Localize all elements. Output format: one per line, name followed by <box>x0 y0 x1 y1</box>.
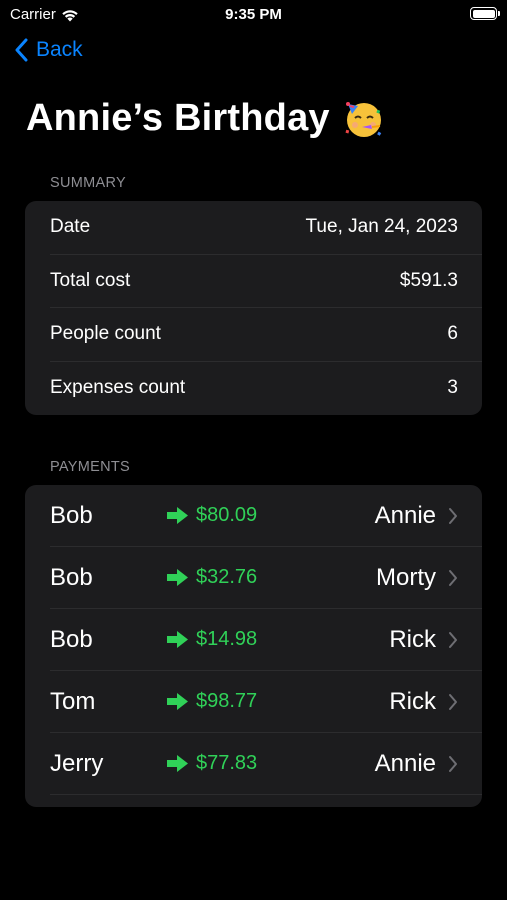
payment-amount-value: $98.77 <box>196 690 258 712</box>
payment-amount: $14.98 <box>166 628 316 651</box>
chevron-right-icon <box>449 507 457 524</box>
summary-value: 3 <box>447 377 458 399</box>
battery-icon <box>470 7 500 20</box>
partying-face-icon <box>345 102 381 137</box>
payer-name: Jerry <box>50 749 104 777</box>
back-button[interactable]: Back <box>14 38 83 62</box>
page-title: Annie’s Birthday <box>26 96 386 140</box>
payment-row[interactable]: Bob $32.76 Morty <box>50 547 482 609</box>
status-bar: Carrier 9:35 PM <box>0 0 507 30</box>
summary-label: Expenses count <box>50 377 186 399</box>
summary-row-date: Date Tue, Jan 24, 2023 <box>50 201 482 255</box>
payment-amount-value: $77.83 <box>196 752 258 774</box>
payee-name: Rick <box>389 625 436 653</box>
status-time: 9:35 PM <box>225 6 282 23</box>
summary-row-expenses-count: Expenses count 3 <box>50 362 482 416</box>
payment-row[interactable]: Bob $14.98 Rick <box>50 609 482 671</box>
summary-card: Date Tue, Jan 24, 2023 Total cost $591.3… <box>25 201 482 415</box>
page-title-text: Annie’s Birthday <box>26 96 330 139</box>
payment-amount: $32.76 <box>166 566 316 589</box>
payment-amount: $80.09 <box>166 504 316 527</box>
arrow-right-icon <box>167 755 188 772</box>
payee-name: Annie <box>374 501 436 529</box>
payer-name: Bob <box>50 625 93 653</box>
summary-label: Date <box>50 216 91 238</box>
chevron-left-icon <box>15 38 28 62</box>
payment-row[interactable]: Jerry $77.83 Annie <box>50 733 482 795</box>
chevron-right-icon <box>449 755 457 772</box>
summary-label: People count <box>50 323 161 345</box>
arrow-right-icon <box>167 693 188 710</box>
summary-row-people-count: People count 6 <box>50 308 482 362</box>
payee-name: Annie <box>374 749 436 777</box>
summary-row-total-cost: Total cost $591.3 <box>50 255 482 308</box>
payment-row[interactable]: Bob $80.09 Annie <box>50 485 482 547</box>
payments-card: Bob $80.09 Annie Bob $32.76 Morty Bob $1… <box>25 485 482 807</box>
back-label: Back <box>36 38 83 61</box>
payee-name: Rick <box>389 687 436 715</box>
summary-label: Total cost <box>50 269 131 291</box>
payee-name: Morty <box>376 563 436 591</box>
payer-name: Bob <box>50 563 93 591</box>
payer-name: Bob <box>50 501 93 529</box>
payment-amount-value: $80.09 <box>196 504 258 526</box>
payer-name: Tom <box>50 687 96 715</box>
summary-section-header: SUMMARY <box>50 175 126 191</box>
battery-level <box>472 9 495 18</box>
card-bottom-padding <box>25 795 482 807</box>
chevron-right-icon <box>449 569 457 586</box>
summary-value: Tue, Jan 24, 2023 <box>305 216 458 238</box>
payment-amount: $98.77 <box>166 690 316 713</box>
payment-amount-value: $14.98 <box>196 628 258 650</box>
chevron-right-icon <box>449 693 457 710</box>
summary-value: 6 <box>447 323 458 345</box>
payments-section-header: PAYMENTS <box>50 459 131 475</box>
arrow-right-icon <box>167 507 188 524</box>
arrow-right-icon <box>167 569 188 586</box>
payment-amount: $77.83 <box>166 752 316 775</box>
chevron-right-icon <box>449 631 457 648</box>
payment-amount-value: $32.76 <box>196 566 258 588</box>
arrow-right-icon <box>167 631 188 648</box>
summary-value: $591.3 <box>399 269 458 291</box>
payment-row[interactable]: Tom $98.77 Rick <box>50 671 482 733</box>
